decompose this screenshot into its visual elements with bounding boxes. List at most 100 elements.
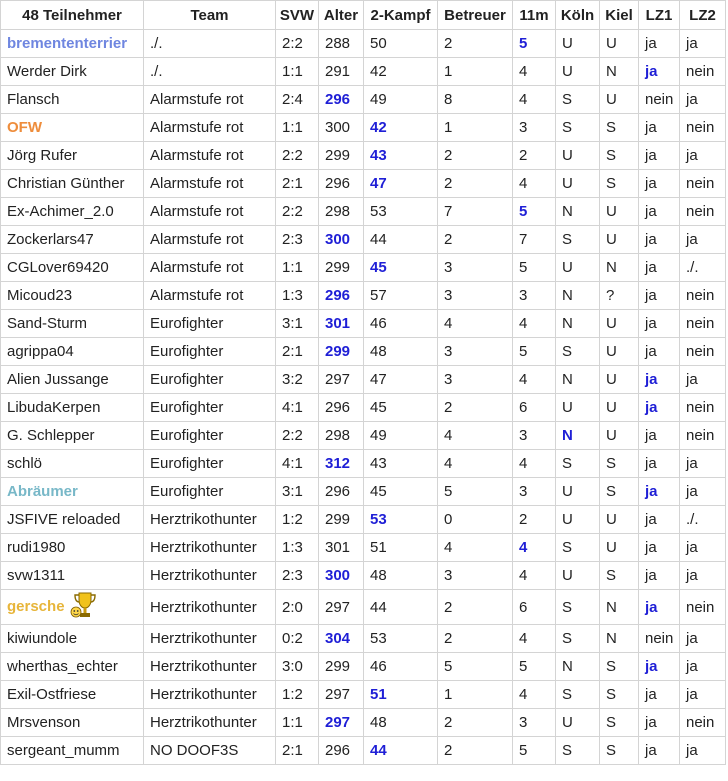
cell-betreuer: 4 <box>437 309 513 338</box>
cell-kiel: S <box>599 680 639 709</box>
cell-2-kampf: 43 <box>363 449 438 478</box>
cell-lz2: nein <box>679 309 726 338</box>
cell-koeln: U <box>555 393 600 422</box>
cell-team: Alarmstufe rot <box>143 85 276 114</box>
cell-lz2: nein <box>679 57 726 86</box>
cell-team: Eurofighter <box>143 449 276 478</box>
cell-koeln: N <box>555 281 600 310</box>
col-header-lz1[interactable]: LZ1 <box>638 0 680 30</box>
cell-koeln: U <box>555 141 600 170</box>
col-header-team[interactable]: Team <box>143 0 276 30</box>
cell-kiel: N <box>599 57 639 86</box>
cell-koeln: U <box>555 505 600 534</box>
cell-teilnehmer: OFW <box>0 113 144 142</box>
cell-alter: 297 <box>318 365 364 394</box>
cell-11m: 4 <box>512 680 556 709</box>
table-row: CGLover69420 Alarmstufe rot 1:1 299 45 3 5 U Nja… <box>0 253 726 282</box>
participant-link[interactable]: bremententerrier <box>7 35 127 52</box>
participant-link[interactable]: Abräumer <box>7 483 78 500</box>
participant-name: G. Schlepper <box>7 427 95 444</box>
participant-name: rudi1980 <box>7 539 66 556</box>
cell-kiel: U <box>599 309 639 338</box>
cell-lz2: nein <box>679 393 726 422</box>
cell-alter: 299 <box>318 141 364 170</box>
col-header-alter[interactable]: Alter <box>318 0 364 30</box>
cell-alter: 296 <box>318 85 364 114</box>
cell-betreuer: 3 <box>437 253 513 282</box>
cell-lz1: ja <box>638 505 680 534</box>
cell-teilnehmer: kiwiundole <box>0 624 144 653</box>
participant-name: CGLover69420 <box>7 259 109 276</box>
cell-kiel: U <box>599 197 639 226</box>
col-header-svw[interactable]: SVW <box>275 0 319 30</box>
cell-kiel: N <box>599 253 639 282</box>
table-row: Jörg Rufer Alarmstufe rot 2:2 299 43 2 2 U Sja ja <box>0 141 726 170</box>
cell-team: Herztrikothunter <box>143 624 276 653</box>
cell-2-kampf: 51 <box>363 533 438 562</box>
cell-2-kampf: 57 <box>363 281 438 310</box>
col-header-koeln[interactable]: Köln <box>555 0 600 30</box>
cell-lz2: ja <box>679 533 726 562</box>
cell-teilnehmer: agrippa04 <box>0 337 144 366</box>
cell-svw: 1:3 <box>275 533 319 562</box>
cell-lz2: nein <box>679 589 726 625</box>
cell-betreuer: 2 <box>437 225 513 254</box>
cell-team: Eurofighter <box>143 365 276 394</box>
cell-alter: 300 <box>318 113 364 142</box>
cell-lz1: ja <box>638 736 680 765</box>
cell-svw: 1:2 <box>275 680 319 709</box>
cell-lz2: ja <box>679 680 726 709</box>
col-header-11m[interactable]: 11m <box>512 0 556 30</box>
table-row: Mrsvenson Herztrikothunter 1:1 297 48 2 3 U Sja n… <box>0 708 726 737</box>
participant-link[interactable]: gersche <box>7 598 65 615</box>
cell-betreuer: 2 <box>437 708 513 737</box>
cell-team: Eurofighter <box>143 477 276 506</box>
cell-kiel: S <box>599 169 639 198</box>
cell-lz1: nein <box>638 85 680 114</box>
table-row: Alien Jussange Eurofighter 3:2 297 47 3 4 N Uja j… <box>0 365 726 394</box>
cell-11m: 3 <box>512 113 556 142</box>
col-header-lz2[interactable]: LZ2 <box>679 0 726 30</box>
cell-2-kampf: 49 <box>363 421 438 450</box>
cell-teilnehmer: Sand-Sturm <box>0 309 144 338</box>
participant-link[interactable]: OFW <box>7 119 42 136</box>
trophy-icon <box>69 591 99 624</box>
cell-kiel: S <box>599 141 639 170</box>
cell-lz2: nein <box>679 169 726 198</box>
cell-teilnehmer: rudi1980 <box>0 533 144 562</box>
cell-teilnehmer: Mrsvenson <box>0 708 144 737</box>
cell-alter: 297 <box>318 589 364 625</box>
cell-lz2: ja <box>679 561 726 590</box>
cell-2-kampf: 53 <box>363 197 438 226</box>
cell-alter: 296 <box>318 169 364 198</box>
cell-2-kampf: 53 <box>363 505 438 534</box>
cell-teilnehmer: Micoud23 <box>0 281 144 310</box>
cell-koeln: S <box>555 589 600 625</box>
cell-betreuer: 1 <box>437 57 513 86</box>
cell-lz1: ja <box>638 477 680 506</box>
cell-2-kampf: 45 <box>363 477 438 506</box>
cell-lz2: ./. <box>679 505 726 534</box>
col-header-betreuer[interactable]: Betreuer <box>437 0 513 30</box>
cell-lz1: ja <box>638 57 680 86</box>
cell-koeln: U <box>555 57 600 86</box>
cell-betreuer: 3 <box>437 337 513 366</box>
col-header-kiel[interactable]: Kiel <box>599 0 639 30</box>
cell-lz1: ja <box>638 225 680 254</box>
cell-lz1: nein <box>638 624 680 653</box>
cell-koeln: S <box>555 85 600 114</box>
cell-alter: 299 <box>318 253 364 282</box>
cell-team: Herztrikothunter <box>143 652 276 681</box>
cell-11m: 3 <box>512 708 556 737</box>
cell-koeln: S <box>555 680 600 709</box>
cell-2-kampf: 44 <box>363 589 438 625</box>
col-header-teilnehmer[interactable]: 48 Teilnehmer <box>0 0 144 30</box>
cell-alter: 299 <box>318 652 364 681</box>
table-row: kiwiundole Herztrikothunter 0:2 304 53 2 4 S Nne… <box>0 624 726 653</box>
cell-team: Eurofighter <box>143 337 276 366</box>
cell-11m: 5 <box>512 652 556 681</box>
table-row: Ex-Achimer_2.0 Alarmstufe rot 2:2 298 53 7 5 N U… <box>0 197 726 226</box>
cell-teilnehmer: Flansch <box>0 85 144 114</box>
col-header-2-kampf[interactable]: 2-Kampf <box>363 0 438 30</box>
cell-koeln: U <box>555 169 600 198</box>
